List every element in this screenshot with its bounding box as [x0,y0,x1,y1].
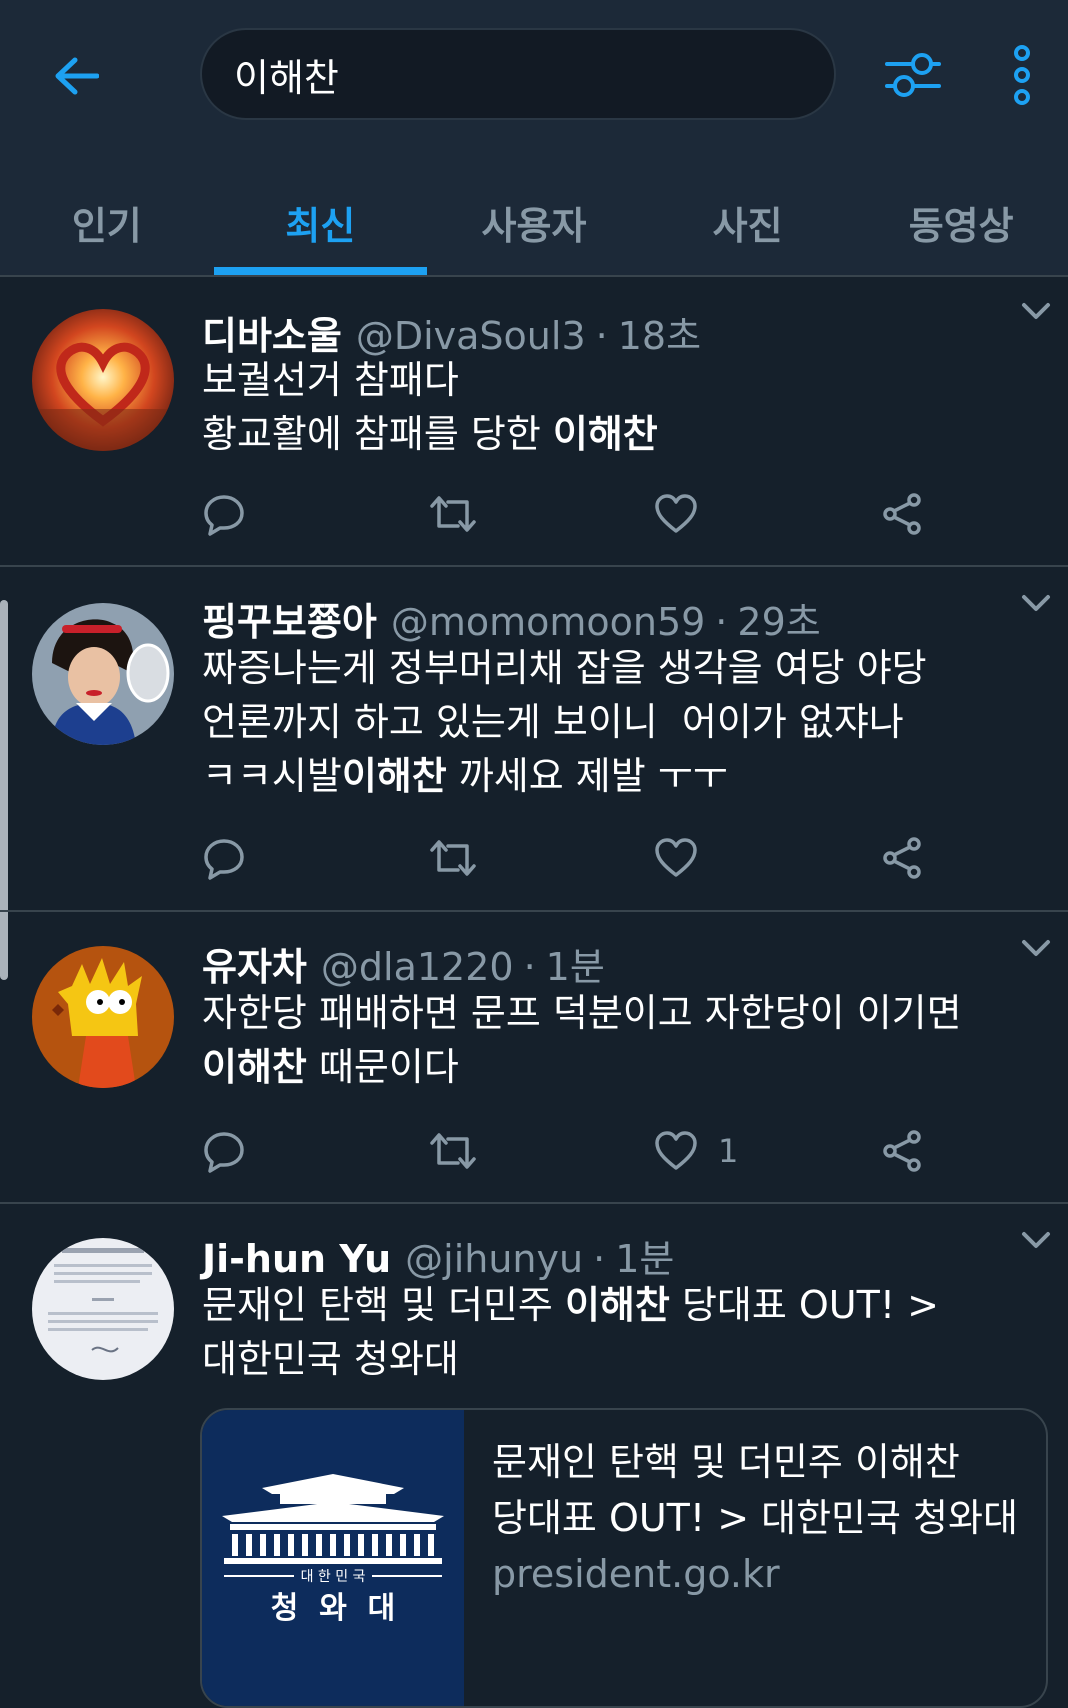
chevron-down-icon[interactable] [1018,932,1054,962]
top-bar: 이해찬 인기 최신 사용자 사진 동영상 [0,0,1068,275]
reply-button[interactable] [202,489,246,539]
separator-dot: · [523,945,536,989]
heart-icon [655,494,697,533]
author-handle[interactable]: @jihunyu [405,1237,583,1281]
avatar[interactable] [32,603,174,745]
separator-dot: · [715,600,728,644]
tweet-actions [202,489,962,539]
tweet[interactable]: 디바소울 @DivaSoul3 · 18초 보궐선거 참패다 황교활에 참패를 … [0,277,1068,567]
logo-big-text: 청 와 대 [271,1591,396,1626]
retweet-icon [430,496,476,532]
like-count: 1 [718,1132,739,1170]
heart-icon [655,1131,697,1170]
tweet-actions [202,833,962,883]
author-handle[interactable]: @dla1220 [321,945,514,989]
search-tabs: 인기 최신 사용자 사진 동영상 [0,170,1068,275]
search-query: 이해찬 [234,55,339,100]
card-content: 문재인 탄핵 및 더민주 이해찬 당대표 OUT! > 대한민국 청와대 pre… [492,1434,1032,1602]
more-options-button[interactable] [1000,40,1044,110]
share-icon [883,837,921,879]
tweet-timestamp: 1분 [615,1237,675,1281]
chevron-down-icon[interactable] [1018,295,1054,325]
document-avatar-image [32,1238,174,1380]
retweet-button[interactable] [428,489,478,539]
author-name[interactable]: 핑꾸보쭁아 [202,591,377,646]
search-input[interactable]: 이해찬 [200,28,836,120]
tweet-text: 문재인 탄핵 및 더민주 이해찬 당대표 OUT! > 대한민국 청와대 [202,1283,939,1381]
chevron-down-icon[interactable] [1018,1224,1054,1254]
card-domain: president.go.kr [492,1552,780,1596]
author-name[interactable]: Ji-hun Yu [202,1237,391,1281]
reply-icon [204,839,244,880]
reply-button[interactable] [202,1126,246,1176]
retweet-icon [430,840,476,876]
tweet-actions: 1 [202,1126,962,1176]
avatar[interactable] [32,1238,174,1380]
link-preview-card[interactable]: 대 한 민 국 청 와 대 문재인 탄핵 및 더민주 이해찬 당대표 OUT! … [200,1408,1048,1708]
keyword-highlight: 이해찬 [552,412,658,456]
search-filter-button[interactable] [878,40,948,110]
tweet-timestamp: 18초 [617,314,702,358]
tab-people[interactable]: 사용자 [427,170,641,275]
separator-dot: · [595,314,608,358]
costume-person-avatar-image [32,603,174,745]
cheongwadae-logo: 대 한 민 국 청 와 대 [202,1410,464,1706]
avatar[interactable] [32,946,174,1088]
reply-button[interactable] [202,833,246,883]
tweet-text: 짜증나는게 정부머리채 잡을 생각을 여당 야당 언론까지 하고 있는게 보이니… [202,646,927,798]
back-button[interactable] [44,44,108,108]
heart-sunset-avatar-image [32,309,174,451]
tweet[interactable]: 유자차 @dla1220 · 1분 자한당 패배하면 문프 덕분이고 자한당이 … [0,912,1068,1204]
more-vertical-icon [1014,45,1030,105]
retweet-icon [430,1133,476,1169]
separator-dot: · [593,1237,606,1281]
keyword-highlight: 이해찬 [202,1045,307,1089]
like-button[interactable] [654,489,718,539]
retweet-button[interactable] [428,1126,478,1176]
tab-videos[interactable]: 동영상 [854,170,1068,275]
retweet-button[interactable] [428,833,478,883]
like-button[interactable] [654,833,718,883]
like-button[interactable]: 1 [654,1126,738,1176]
tab-popular[interactable]: 인기 [0,170,214,275]
tweet[interactable]: 핑꾸보쭁아 @momomoon59 · 29초 짜증나는게 정부머리채 잡을 생… [0,567,1068,912]
chevron-down-icon[interactable] [1018,587,1054,617]
author-handle[interactable]: @momomoon59 [391,600,705,644]
keyword-highlight: 이해찬 [564,1283,670,1327]
cartoon-girl-avatar-image [32,946,174,1088]
keyword-highlight: 이해찬 [341,754,447,798]
card-title-line-1: 문재인 탄핵 및 더민주 이해찬 [492,1440,960,1484]
filter-sliders-icon [885,53,941,97]
tweet-text: 자한당 패배하면 문프 덕분이고 자한당이 이기면 이해찬 때문이다 [202,991,962,1089]
share-button[interactable] [880,833,924,883]
avatar[interactable] [32,309,174,451]
tweet-timestamp: 1분 [545,945,605,989]
tab-photos[interactable]: 사진 [641,170,855,275]
card-title-line-2: 당대표 OUT! > 대한민국 청와대 [492,1496,1018,1540]
tweet-timestamp: 29초 [737,600,821,644]
share-icon [883,493,921,535]
reply-icon [204,1132,244,1173]
share-icon [883,1130,921,1172]
back-arrow-icon [55,57,99,95]
heart-icon [655,838,697,877]
author-name[interactable]: 유자차 [202,936,307,991]
reply-icon [204,495,244,536]
tweet-text: 보궐선거 참패다 황교활에 참패를 당한 이해찬 [202,358,658,456]
author-name[interactable]: 디바소울 [202,305,342,360]
share-button[interactable] [880,1126,924,1176]
logo-small-text: 대 한 민 국 [301,1569,366,1585]
author-handle[interactable]: @DivaSoul3 [356,314,586,358]
share-button[interactable] [880,489,924,539]
blue-house-building-icon: 대 한 민 국 청 와 대 [222,1474,444,1626]
tab-latest[interactable]: 최신 [213,170,428,275]
